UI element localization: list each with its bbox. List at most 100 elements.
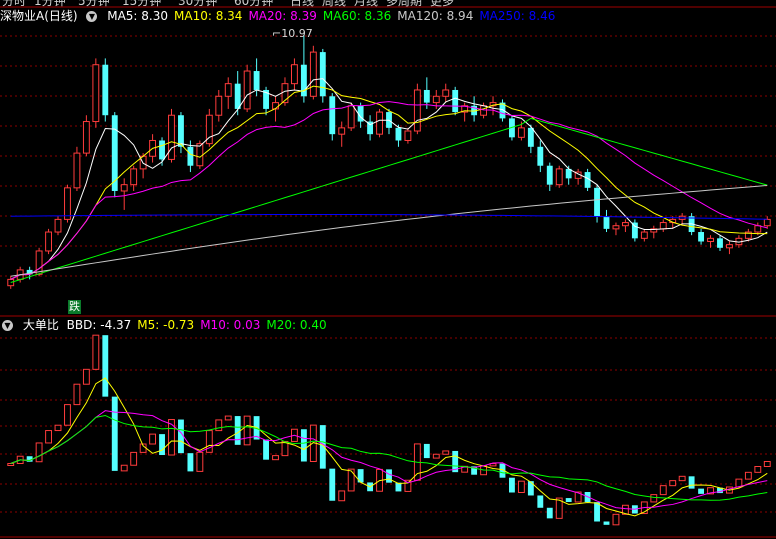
candle-body [603,216,610,229]
bbd-bar [688,476,695,489]
bbd-bar [669,480,677,487]
bbd-bar [45,430,52,444]
bbd-bar [423,443,430,459]
bbd-bar [565,498,572,502]
bbd-bar [347,468,355,492]
sub-legend: ▼ 大单比 BBD: -4.37 M5: -0.73 M10: 0.03 M20: 0… [0,317,339,333]
bbd-bar [300,429,307,462]
candle-body [187,146,194,166]
candle-body [555,168,563,186]
bbd-bar [263,439,269,460]
bbd-bar [92,334,100,370]
stock-title: 深物业A(日线) [0,9,78,23]
candle-body [329,96,336,135]
candle-body [763,218,771,227]
bbd-bar [603,521,610,525]
candle-body [234,83,241,109]
candle-body [640,231,648,239]
candle-body [594,187,600,217]
candle-body [754,225,762,233]
indicator-menu-icon[interactable]: ▼ [2,320,13,331]
candle-body [35,250,43,275]
candle-body [527,127,534,147]
bbd-bar [111,396,118,471]
bbd-bar [395,482,402,492]
bbd-bar [159,434,165,456]
candle-body [64,187,71,220]
candle-body [707,237,714,242]
candle-body [612,225,620,230]
bbd-bar [319,425,326,469]
bbd-bar [82,368,90,385]
candle-body [102,64,109,116]
bbd-bar [215,419,223,432]
candle-body [413,89,421,132]
candle-body [338,127,346,135]
candle-body [347,105,355,129]
candle-body [168,114,175,160]
bbd-bar [120,464,128,472]
main-indicator-ma120: MA120: 8.94 [397,9,474,23]
high-price-label: 10.97 [281,27,313,40]
bbd-bar [73,383,81,406]
candle-body [253,71,260,90]
candle-body [631,222,638,239]
bbd-bar [187,453,194,472]
bbd-bar [659,485,667,496]
bbd-bar [149,433,157,445]
candle-body [423,89,430,103]
candle-body [442,89,450,97]
bbd-bar [650,494,658,503]
bbd-bar [64,404,71,426]
candle-body [517,127,525,138]
candle-body [432,95,440,104]
candle-body [215,95,223,116]
candle-body [726,244,733,249]
candle-body [7,278,15,287]
bbd-bar [537,495,544,508]
bbd-bar [442,450,450,455]
candle-body [159,140,165,160]
candle-body [659,222,667,230]
bbd-bar [763,460,771,468]
bbd-bar [698,488,705,494]
bbd-bar [329,468,336,501]
candle-body [621,222,629,227]
candle-body [291,64,298,85]
main-indicator-ma60: MA60: 8.36 [322,9,392,23]
sub-indicator-name: 大单比 [22,318,59,332]
bbd-bar [272,455,279,461]
candle-body [309,51,317,97]
main-indicator-ma20: MA20: 8.39 [248,9,317,23]
candle-body [92,64,100,123]
sub-indicator-bbd: BBD: -4.37 [66,318,132,332]
candle-body [546,165,553,185]
candle-body [404,130,412,141]
bbd-bar [744,471,752,480]
candle-body [178,115,184,147]
sub-indicator-m20: M20: 0.40 [266,318,327,332]
candle-body [120,184,128,192]
bbd-bar [612,513,620,526]
candle-body [452,89,459,113]
bbd-bar [546,507,553,519]
sub-indicator-m5: M5: -0.73 [137,318,195,332]
arrow-icon: ⌐ [272,27,282,40]
bbd-bar [517,480,525,493]
bbd-bar [386,469,392,483]
bbd-bar [224,415,232,421]
bbd-bar [130,451,138,466]
main-indicator-ma250: MA250: 8.46 [479,9,556,23]
candle-body [395,127,402,141]
kline-chart[interactable] [0,0,776,539]
candle-body [717,238,723,248]
candle-body [537,146,544,166]
candle-body [130,168,138,186]
indicator-menu-icon[interactable]: ▼ [86,11,98,22]
candle-body [376,111,383,135]
candle-body [319,52,326,97]
main-indicator-ma10: MA10: 8.34 [174,9,243,23]
bbd-bar [527,481,534,496]
bbd-bar [196,451,204,472]
fall-badge: 跌 [68,300,81,314]
